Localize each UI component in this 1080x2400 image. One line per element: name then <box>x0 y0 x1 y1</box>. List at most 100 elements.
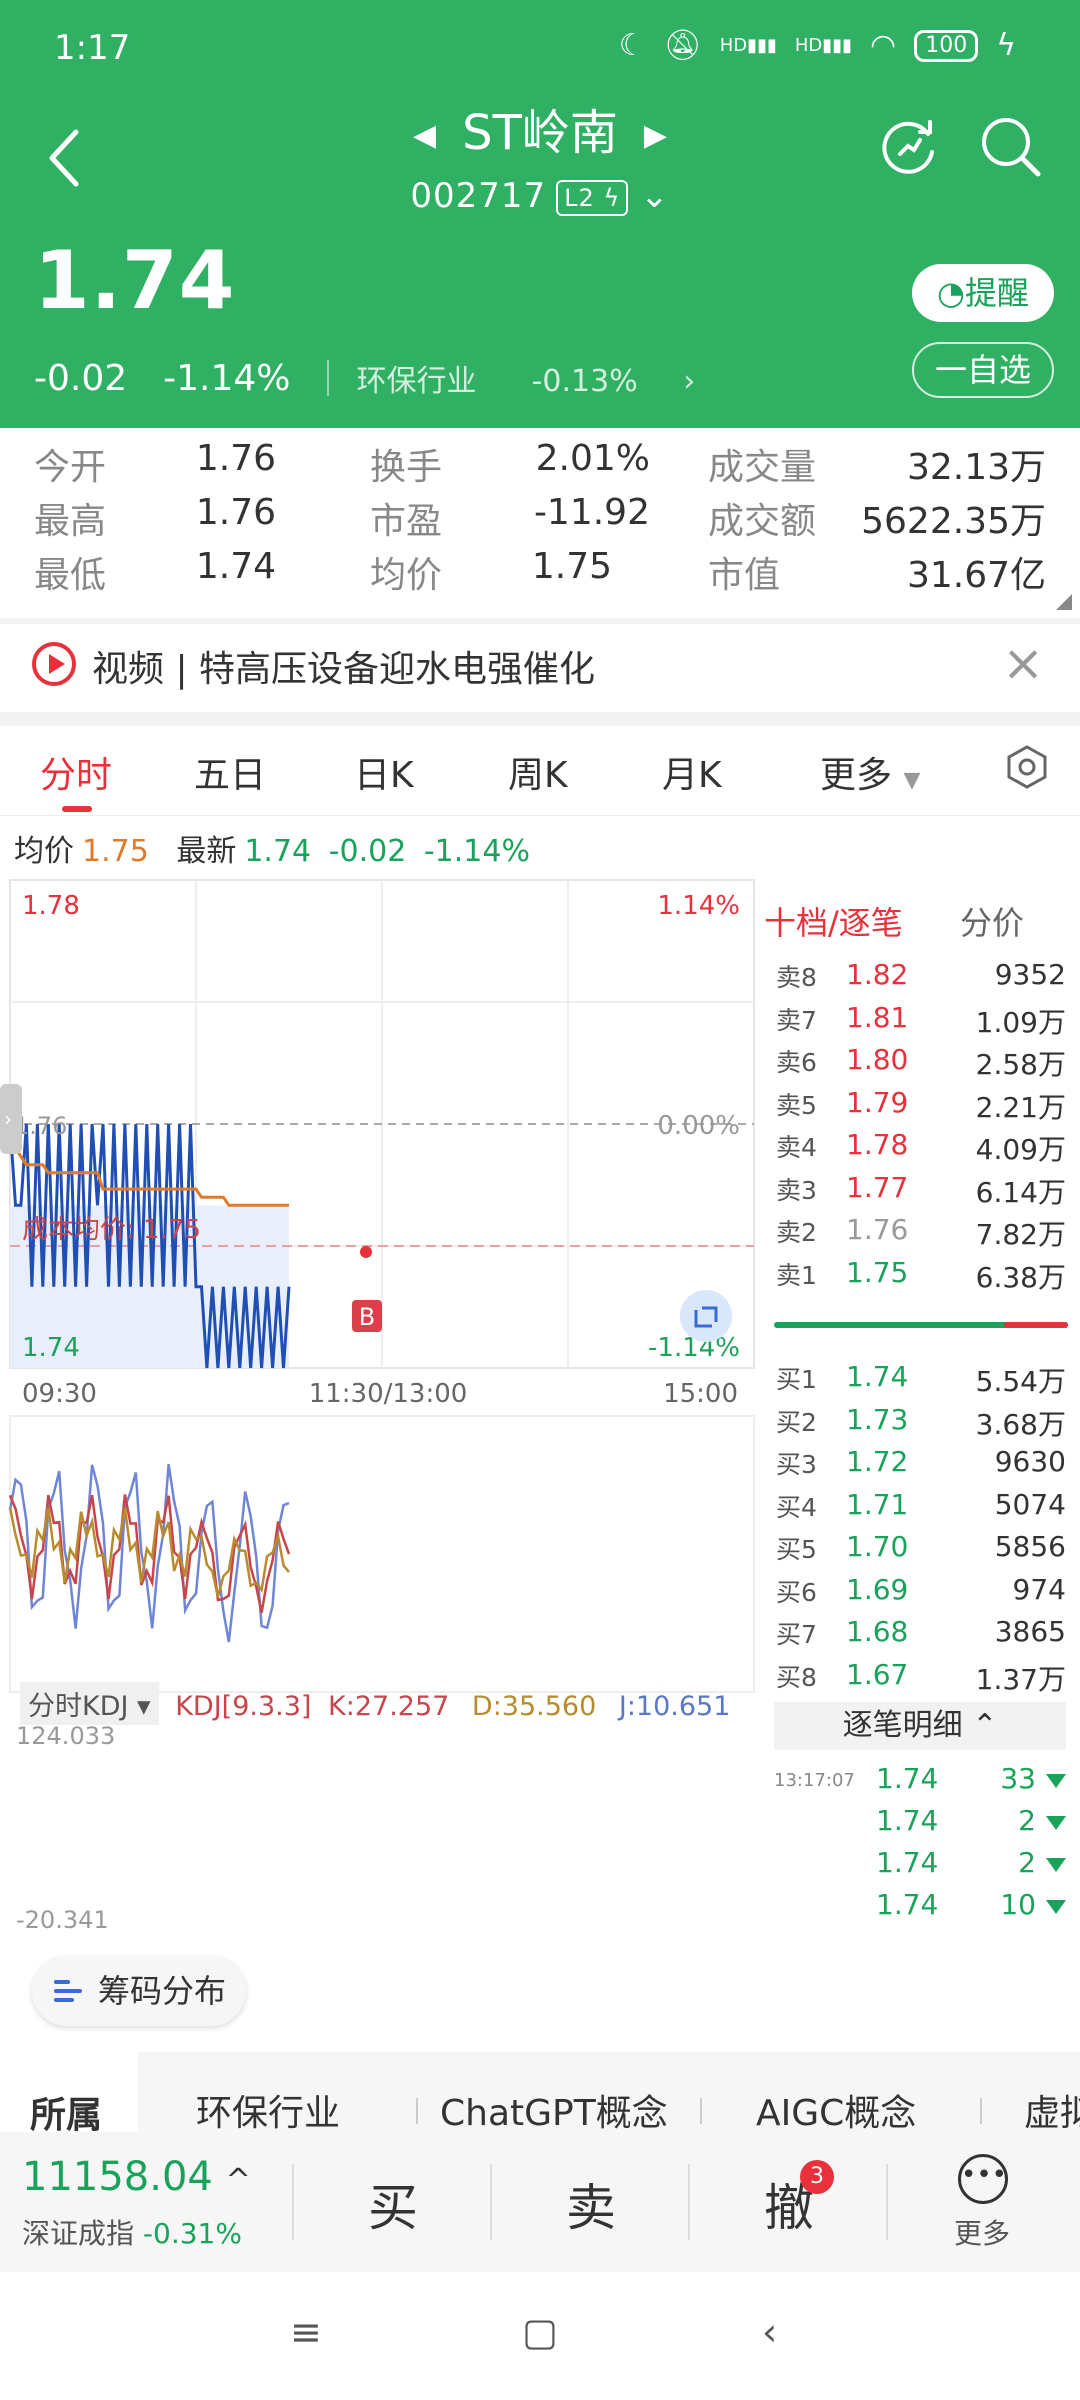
buy-button[interactable]: 买 <box>368 2168 418 2240</box>
buys-level-volume: 3.68万 <box>975 1407 1066 1441</box>
tick-row: 1.74 2 <box>774 1846 1066 1888</box>
ticks-header[interactable]: 逐笔明细 ⌃ <box>774 1702 1066 1750</box>
sells-level-price: 1.75 <box>846 1255 909 1289</box>
concept-tab-env[interactable]: 环保行业 <box>196 2084 340 2132</box>
buys-level-row[interactable]: 买6 1.69 974 <box>776 1573 1066 1616</box>
divider <box>0 712 1080 726</box>
status-time: 1:17 <box>54 28 131 68</box>
tab-more[interactable]: 更多 ▼ <box>820 746 920 798</box>
tab-monthly-k[interactable]: 月K <box>662 746 722 798</box>
kdj-j: J:10.651 <box>618 1691 731 1722</box>
buys-level-row[interactable]: 买4 1.71 5074 <box>776 1488 1066 1531</box>
buys-level-row[interactable]: 买1 1.74 5.54万 <box>776 1360 1066 1403</box>
trade-dot <box>360 1246 372 1258</box>
sells-level-row[interactable]: 卖6 1.80 2.58万 <box>776 1043 1066 1086</box>
cancel-badge: 3 <box>800 2160 834 2194</box>
settings-hex-icon[interactable] <box>1004 744 1050 790</box>
quote-label: 最低 <box>34 555 107 596</box>
x-label-open: 09:30 <box>22 1379 97 1409</box>
tab-intraday[interactable]: 分时 <box>40 746 112 798</box>
close-icon[interactable]: × <box>1002 634 1044 692</box>
quote-value: -11.92 <box>533 492 650 533</box>
search-icon[interactable] <box>976 112 1046 182</box>
pct-mid-label: 0.00% <box>657 1111 740 1141</box>
chevron-down-icon: ⌄ <box>640 176 670 216</box>
pct-max-label: 1.14% <box>657 891 740 921</box>
quote-value: 32.13万 <box>906 447 1046 488</box>
kdj-selector[interactable]: 分时KDJ ▾ <box>20 1682 159 1725</box>
down-arrow-icon <box>1046 1858 1066 1872</box>
buys-level-price: 1.67 <box>846 1657 909 1691</box>
home-icon[interactable]: ▢ <box>522 2310 558 2354</box>
divider <box>688 2164 690 2240</box>
buys-level-price: 1.69 <box>846 1572 909 1606</box>
more-label[interactable]: 更多 <box>954 2212 1010 2252</box>
chart-canvas[interactable]: 1.78 1.14% 1.76 0.00% 1.74 -1.14% 成本均价: … <box>0 876 760 1696</box>
tab-order-book[interactable]: 十档/逐笔 <box>764 898 903 944</box>
chip-distribution-label: 筹码分布 <box>98 1972 227 2010</box>
sells-level-row[interactable]: 卖8 1.82 9352 <box>776 958 1066 1001</box>
remind-button[interactable]: ◔提醒 <box>912 264 1054 322</box>
buys-level-row[interactable]: 买7 1.68 3865 <box>776 1615 1066 1658</box>
sells-level-label: 卖4 <box>776 1133 817 1162</box>
price-change-pct: -1.14% <box>163 357 291 399</box>
tab-five-day[interactable]: 五日 <box>194 746 266 798</box>
watchlist-button[interactable]: 一自选 <box>912 342 1054 398</box>
quote-label: 换手 <box>370 447 443 488</box>
sells-level-row[interactable]: 卖3 1.77 6.14万 <box>776 1171 1066 1214</box>
concept-tab-chatgpt[interactable]: ChatGPT概念 <box>440 2084 668 2132</box>
sells-level-row[interactable]: 卖2 1.76 7.82万 <box>776 1213 1066 1256</box>
sells-level-price: 1.79 <box>846 1085 909 1119</box>
kdj-info-row: 分时KDJ ▾ KDJ[9.3.3] K:27.257 D:35.560 J:1… <box>20 1682 730 1725</box>
buys-level-price: 1.71 <box>846 1487 909 1521</box>
buys-level-row[interactable]: 买3 1.72 9630 <box>776 1445 1066 1488</box>
tick-qty: 2 <box>1018 1804 1036 1837</box>
quote-label: 今开 <box>34 447 107 488</box>
concept-tab-virtual[interactable]: 虚拟 <box>1024 2084 1080 2132</box>
sells-level-price: 1.77 <box>846 1170 909 1204</box>
signal-icon-2: HD▮▮▮ <box>794 35 853 56</box>
index-quote[interactable]: 11158.04 ^ <box>22 2154 251 2200</box>
price-change: -0.02 <box>34 357 128 399</box>
buys-level-row[interactable]: 买8 1.67 1.37万 <box>776 1658 1066 1701</box>
buys-level-row[interactable]: 买2 1.73 3.68万 <box>776 1403 1066 1446</box>
chip-distribution-button[interactable]: 筹码分布 <box>32 1956 246 2026</box>
prev-stock-icon[interactable]: ◀ <box>413 118 436 153</box>
fullscreen-icon[interactable] <box>680 1290 732 1342</box>
buys-level-volume: 5.54万 <box>975 1365 1066 1398</box>
order-book: 十档/逐笔 分价 卖8 1.82 9352 卖7 1.81 1.09万 卖6 1.80 2.58… <box>760 876 1080 1936</box>
tab-weekly-k[interactable]: 周K <box>508 746 568 798</box>
buys-level-row[interactable]: 买5 1.70 5856 <box>776 1530 1066 1573</box>
news-banner[interactable]: 视频 | 特高压设备迎水电强催化 × <box>0 624 1080 712</box>
more-icon[interactable]: ••• <box>958 2154 1008 2204</box>
menu-icon[interactable]: ≡ <box>290 2310 322 2354</box>
sells-level-row[interactable]: 卖1 1.75 6.38万 <box>776 1256 1066 1299</box>
concept-tab-aigc[interactable]: AIGC概念 <box>756 2084 916 2132</box>
kdj-k: K:27.257 <box>328 1691 450 1722</box>
tab-daily-k[interactable]: 日K <box>354 746 414 798</box>
quote-label: 成交量 <box>708 447 817 488</box>
buys-level-label: 买8 <box>776 1662 817 1692</box>
expand-corner-icon[interactable] <box>1056 594 1072 610</box>
concept-tab-belong[interactable]: 所属 <box>0 2052 138 2132</box>
divider <box>326 360 329 396</box>
buys-level-price: 1.74 <box>846 1360 909 1393</box>
sells-level-row[interactable]: 卖4 1.78 4.09万 <box>776 1128 1066 1171</box>
buys-level-price: 1.70 <box>846 1530 909 1563</box>
refresh-icon[interactable] <box>874 112 944 182</box>
back-icon[interactable]: ‹ <box>762 2310 777 2354</box>
sells-level-row[interactable]: 卖5 1.79 2.21万 <box>776 1086 1066 1129</box>
sell-button[interactable]: 卖 <box>566 2168 616 2240</box>
industry-link[interactable]: 环保行业 -0.13% › <box>357 356 696 400</box>
sells-level-price: 1.78 <box>846 1128 909 1161</box>
buys-level-price: 1.68 <box>846 1615 909 1648</box>
divider <box>490 2164 492 2240</box>
sells-level-volume: 2.21万 <box>975 1090 1066 1124</box>
intraday-chart[interactable]: 1.78 1.14% 1.76 0.00% 1.74 -1.14% 成本均价: … <box>0 876 760 1696</box>
active-tab-indicator <box>62 806 92 812</box>
distribution-icon <box>54 1980 82 2002</box>
tab-price-dist[interactable]: 分价 <box>960 898 1024 944</box>
next-stock-icon[interactable]: ▶ <box>644 118 667 153</box>
signal-icon: HD▮▮▮ <box>719 35 777 56</box>
sells-level-row[interactable]: 卖7 1.81 1.09万 <box>776 1001 1066 1044</box>
